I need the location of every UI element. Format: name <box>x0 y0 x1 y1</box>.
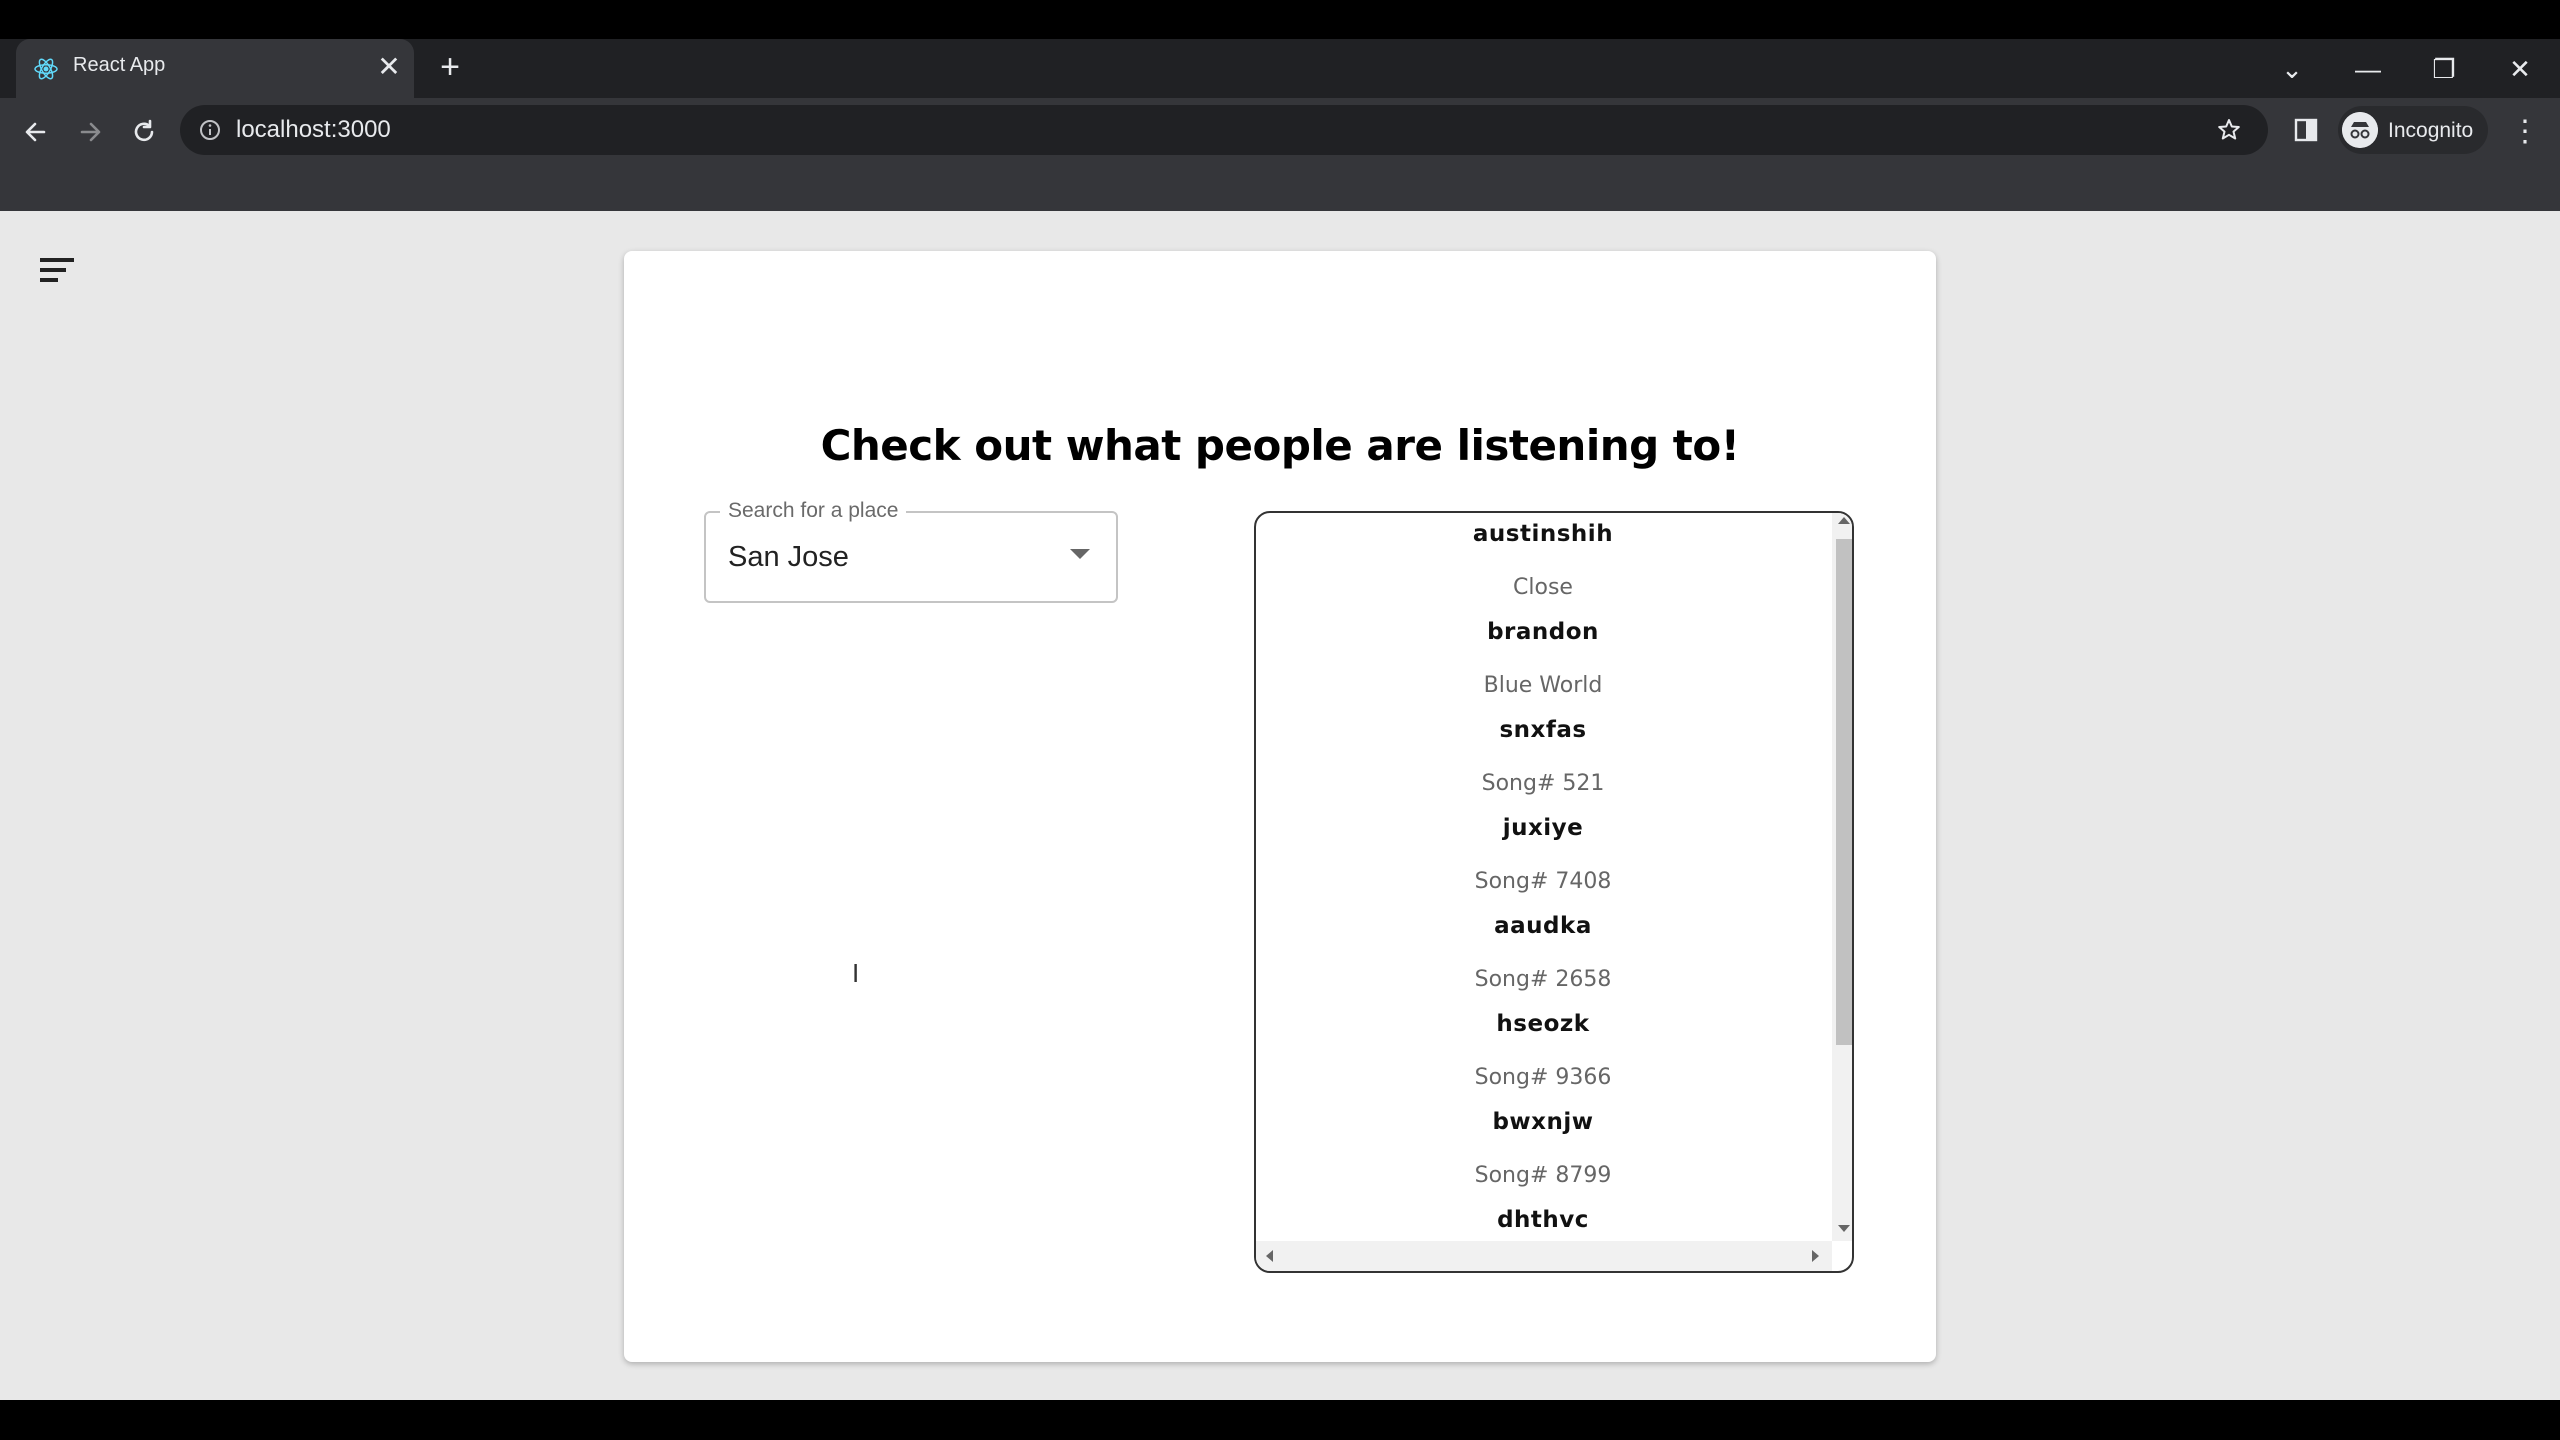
incognito-icon <box>2342 112 2378 148</box>
vertical-scrollbar[interactable] <box>1832 513 1852 1241</box>
info-icon[interactable] <box>198 118 222 142</box>
list-item-song: Song# 521 <box>1481 771 1605 796</box>
list-item-user: austinshih <box>1472 521 1614 547</box>
list-item-user: brandon <box>1487 619 1599 645</box>
page-title: Check out what people are listening to! <box>820 421 1740 470</box>
react-favicon-icon <box>34 58 58 80</box>
list-item-song: Song# 9366 <box>1474 1065 1612 1090</box>
list-item-song: Close <box>1513 575 1573 600</box>
restore-button[interactable]: ❐ <box>2424 49 2464 89</box>
vertical-scroll-thumb[interactable] <box>1836 539 1852 1045</box>
scroll-left-arrow-icon[interactable] <box>1266 1250 1273 1262</box>
list-item-song: Song# 7408 <box>1474 869 1612 894</box>
place-select-value: San Jose <box>728 541 849 573</box>
place-select-label: Search for a place <box>720 499 907 523</box>
incognito-profile-button[interactable]: Incognito <box>2338 106 2488 154</box>
browser-menu-icon[interactable]: ⋮ <box>2510 112 2540 152</box>
list-item-song: Blue World <box>1483 673 1603 698</box>
close-window-button[interactable]: ✕ <box>2500 49 2540 89</box>
list-item-user: bwxnjw <box>1492 1109 1594 1135</box>
back-arrow-icon[interactable] <box>14 110 58 154</box>
main-card: Check out what people are listening to! … <box>624 251 1936 1362</box>
reload-icon[interactable] <box>122 110 166 154</box>
star-icon[interactable] <box>2216 117 2242 143</box>
scroll-right-arrow-icon[interactable] <box>1812 1250 1819 1262</box>
dropdown-arrow-icon[interactable] <box>1070 549 1090 559</box>
list-item-user: juxiye <box>1502 815 1584 841</box>
scroll-up-arrow-icon[interactable] <box>1838 517 1850 524</box>
horizontal-scrollbar[interactable] <box>1256 1241 1832 1271</box>
list-item-user: dhthvc <box>1497 1207 1589 1233</box>
list-item-user: aaudka <box>1494 913 1592 939</box>
tab-search-dropdown-icon[interactable]: ⌄ <box>2272 49 2312 89</box>
tab-title: React App <box>73 54 166 76</box>
minimize-button[interactable]: — <box>2348 49 2388 89</box>
forward-arrow-icon[interactable] <box>68 110 112 154</box>
new-tab-button[interactable]: + <box>432 49 468 85</box>
browser-tab[interactable]: React App ✕ <box>16 39 414 98</box>
listening-list[interactable]: austinshih Close brandon Blue World snxf… <box>1254 511 1854 1273</box>
app-page: Check out what people are listening to! … <box>0 211 2560 1400</box>
profile-label: Incognito <box>2388 119 2474 142</box>
tab-close-icon[interactable]: ✕ <box>374 52 404 82</box>
list-item-user: snxfas <box>1499 717 1587 743</box>
listening-list-content: austinshih Close brandon Blue World snxf… <box>1256 513 1830 1241</box>
side-panel-icon[interactable] <box>2292 116 2320 144</box>
list-item-song: Song# 2658 <box>1474 967 1612 992</box>
text-cursor-icon: I <box>852 958 860 988</box>
list-item-song: Song# 8799 <box>1474 1163 1612 1188</box>
scroll-down-arrow-icon[interactable] <box>1838 1225 1850 1232</box>
browser-toolbar: localhost:3000 Incognito ⋮ <box>0 98 2560 211</box>
url-text: localhost:3000 <box>236 116 391 143</box>
list-item-user: hseozk <box>1496 1011 1590 1037</box>
address-bar[interactable]: localhost:3000 <box>180 105 2268 155</box>
place-select[interactable]: Search for a place San Jose <box>704 499 1118 603</box>
browser-chrome: React App ✕ + ⌄ — ❐ ✕ localhost:3000 Inc… <box>0 39 2560 211</box>
hamburger-menu-icon[interactable] <box>38 255 78 287</box>
